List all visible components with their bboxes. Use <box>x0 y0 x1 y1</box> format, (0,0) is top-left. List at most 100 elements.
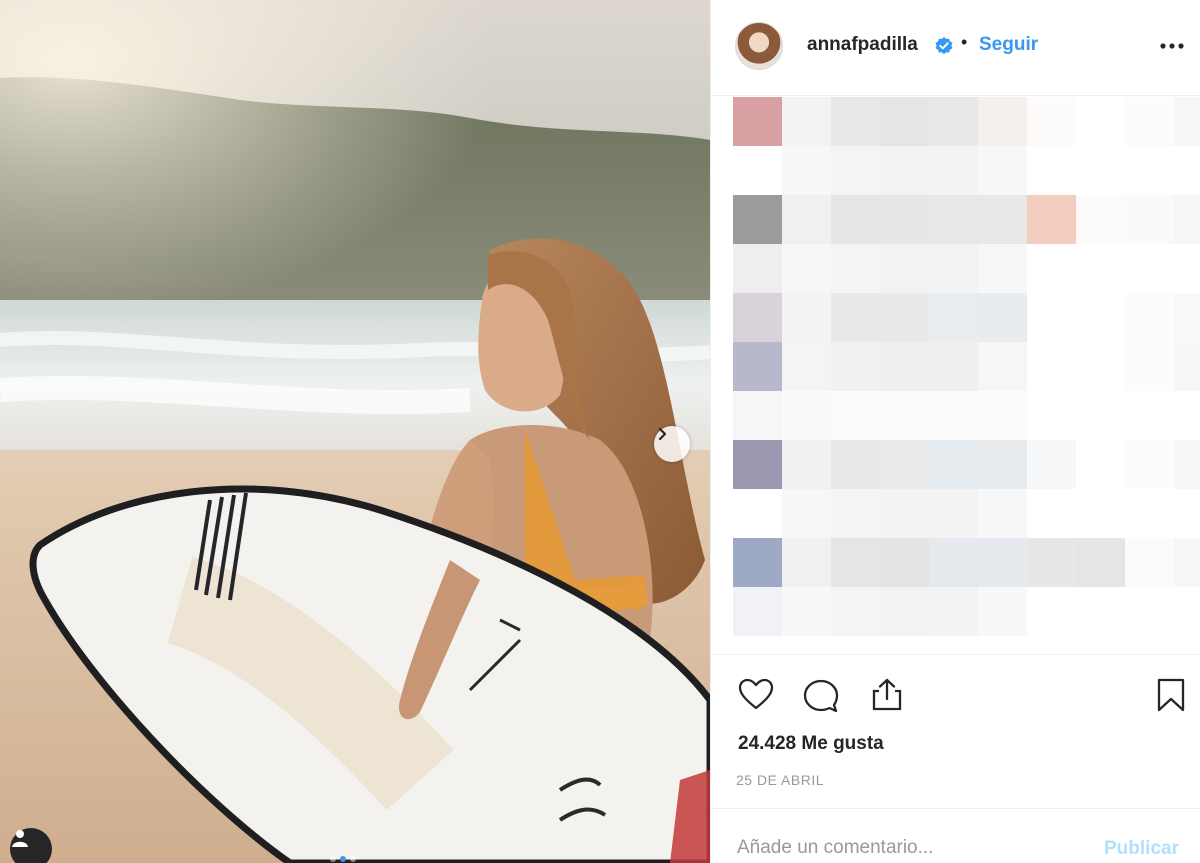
pixelated-comment-row <box>733 391 1200 440</box>
pixel-block <box>880 244 929 293</box>
pixel-block <box>978 587 1027 636</box>
post-details-panel: annafpadilla • Seguir 24.428 Me gusta 25… <box>710 0 1200 863</box>
pixel-block <box>1125 587 1174 636</box>
pixelated-comment-row <box>733 293 1200 342</box>
pixel-block <box>1174 244 1200 293</box>
pixel-block <box>831 440 880 489</box>
pixel-block <box>831 97 880 146</box>
pixel-block <box>733 293 782 342</box>
pixelated-comment-row <box>733 244 1200 293</box>
pixel-block <box>1125 293 1174 342</box>
pixel-block <box>733 244 782 293</box>
pixel-block <box>733 195 782 244</box>
pixel-block <box>831 587 880 636</box>
pixel-block <box>1125 538 1174 587</box>
pixel-block <box>880 97 929 146</box>
publish-button[interactable]: Publicar <box>1104 838 1179 860</box>
pixel-block <box>880 195 929 244</box>
carousel-next-button[interactable] <box>654 426 690 462</box>
pixel-block <box>1027 440 1076 489</box>
pixel-block <box>978 97 1027 146</box>
pixelated-comment-row <box>733 538 1200 587</box>
pixel-block <box>831 146 880 195</box>
pixel-block <box>1027 244 1076 293</box>
pixel-block <box>1027 195 1076 244</box>
pixel-block <box>1125 146 1174 195</box>
comment-bubble-icon[interactable] <box>801 675 841 715</box>
pixel-block <box>929 244 978 293</box>
pixel-block <box>929 97 978 146</box>
tagged-users-button[interactable] <box>10 828 52 863</box>
pixel-block <box>1174 587 1200 636</box>
pixel-block <box>733 342 782 391</box>
pixel-block <box>880 293 929 342</box>
action-bar <box>711 654 1200 734</box>
pixel-block <box>880 587 929 636</box>
share-icon[interactable] <box>867 675 907 715</box>
pixel-block <box>1076 146 1125 195</box>
pixel-block <box>831 244 880 293</box>
pixel-block <box>1174 195 1200 244</box>
pixel-block <box>733 391 782 440</box>
pixel-block <box>782 195 831 244</box>
pixel-block <box>782 146 831 195</box>
pixel-block <box>1076 587 1125 636</box>
pixel-block <box>733 97 782 146</box>
pixel-block <box>1076 391 1125 440</box>
pixel-block <box>1174 97 1200 146</box>
pixel-block <box>831 391 880 440</box>
pixelated-comment-row <box>733 440 1200 489</box>
comment-input[interactable] <box>737 837 1067 859</box>
pixel-block <box>880 146 929 195</box>
bookmark-icon[interactable] <box>1151 675 1191 715</box>
comments-pixelated-area <box>733 97 1200 653</box>
pixel-block <box>929 342 978 391</box>
avatar[interactable] <box>735 22 783 70</box>
pixel-block <box>1076 538 1125 587</box>
pixel-block <box>929 587 978 636</box>
pixel-block <box>978 195 1027 244</box>
pixel-block <box>831 489 880 538</box>
pixel-block <box>1076 342 1125 391</box>
surfer-photo-illustration <box>0 0 710 863</box>
pixel-block <box>880 440 929 489</box>
pixel-block <box>1174 538 1200 587</box>
add-comment-section: Publicar <box>711 808 1200 863</box>
pixel-block <box>929 538 978 587</box>
pixel-block <box>1027 342 1076 391</box>
pixelated-comment-row <box>733 587 1200 636</box>
pixel-block <box>782 587 831 636</box>
pixel-block <box>1027 97 1076 146</box>
more-options-icon[interactable] <box>1159 34 1185 58</box>
post-photo[interactable] <box>0 0 710 863</box>
pixel-block <box>1027 489 1076 538</box>
pixel-block <box>782 489 831 538</box>
pixel-block <box>1125 489 1174 538</box>
pixel-block <box>1027 538 1076 587</box>
pixel-block <box>831 342 880 391</box>
pixelated-comment-row <box>733 342 1200 391</box>
follow-button[interactable]: Seguir <box>979 34 1038 56</box>
post-date[interactable]: 25 DE ABRIL <box>736 772 824 788</box>
pixel-block <box>733 440 782 489</box>
pixel-block <box>880 538 929 587</box>
username-link[interactable]: annafpadilla <box>807 34 918 56</box>
pixel-block <box>978 244 1027 293</box>
pixelated-comment-row <box>733 97 1200 146</box>
likes-count[interactable]: 24.428 Me gusta <box>738 733 884 755</box>
pixel-block <box>1027 146 1076 195</box>
pixel-block <box>929 489 978 538</box>
pixel-block <box>978 293 1027 342</box>
pixel-block <box>1076 489 1125 538</box>
pixel-block <box>1076 195 1125 244</box>
carousel-dot <box>350 856 356 862</box>
carousel-dot <box>330 856 336 862</box>
pixelated-comment-row <box>733 195 1200 244</box>
pixel-block <box>733 489 782 538</box>
pixel-block <box>978 391 1027 440</box>
pixel-block <box>1174 489 1200 538</box>
pixel-block <box>929 195 978 244</box>
pixelated-comment-row <box>733 146 1200 195</box>
pixel-block <box>1027 293 1076 342</box>
heart-icon[interactable] <box>736 675 776 715</box>
